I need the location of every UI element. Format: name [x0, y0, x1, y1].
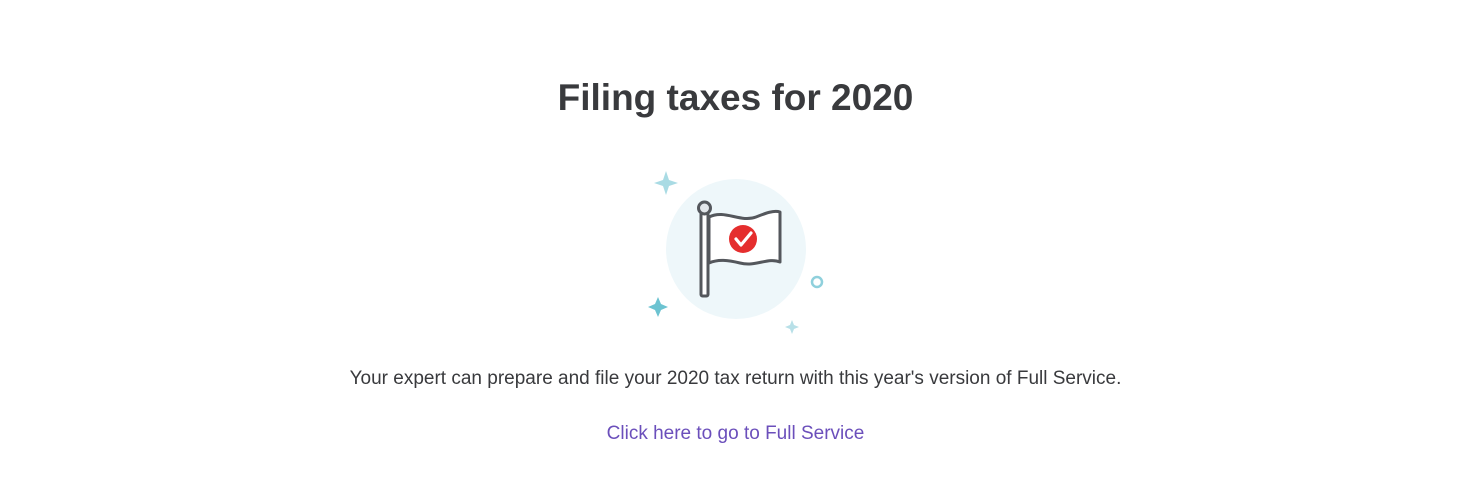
full-service-link-container: Click here to go to Full Service — [0, 422, 1461, 446]
sparkle-icon — [785, 320, 799, 334]
page: Filing taxes for 2020 Your expert can pr… — [0, 0, 1461, 488]
flag-pole-knob — [697, 200, 712, 216]
sparkle-icon — [648, 297, 668, 317]
page-title: Filing taxes for 2020 — [557, 77, 914, 118]
flag-illustration — [640, 165, 840, 345]
check-badge — [729, 225, 757, 253]
flag-pole — [699, 211, 710, 298]
full-service-link[interactable]: Click here to go to Full Service — [607, 423, 865, 444]
sparkle-icon — [654, 171, 678, 195]
description-text: Your expert can prepare and file your 20… — [349, 368, 1122, 389]
flag-check-icon — [648, 171, 824, 334]
ring-icon — [810, 275, 824, 289]
